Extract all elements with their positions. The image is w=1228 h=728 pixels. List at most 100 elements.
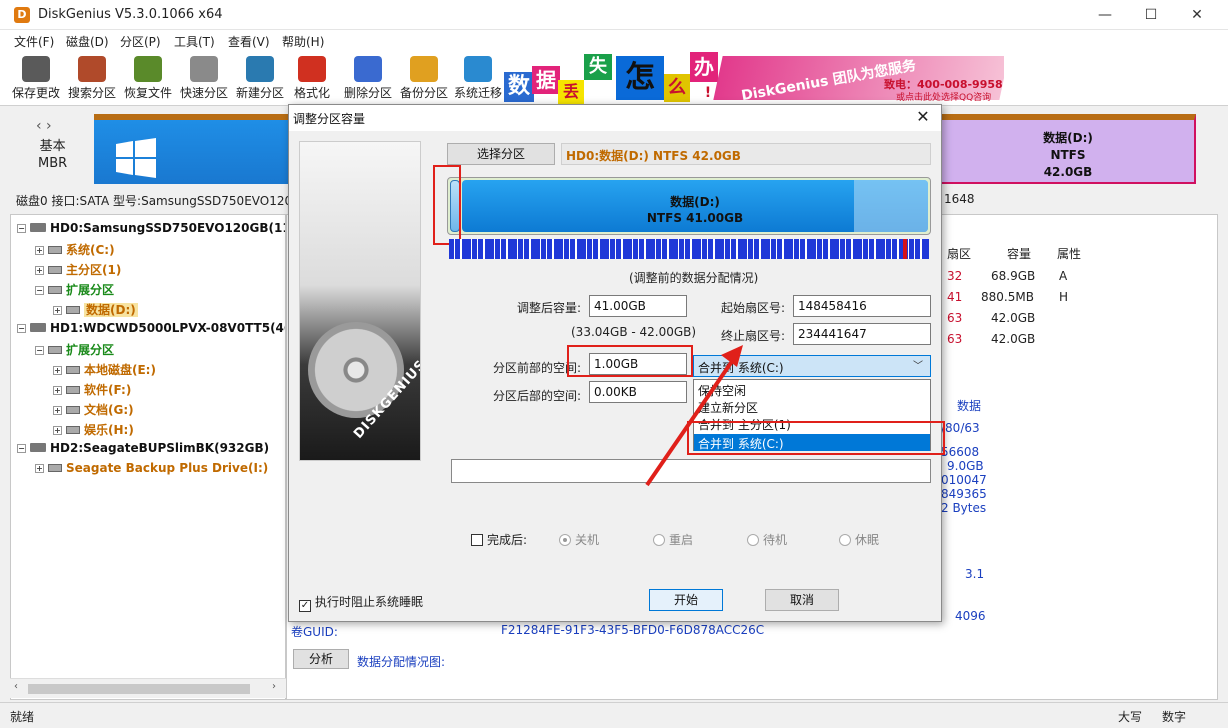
toolbar-button-4[interactable]: 快速分区 <box>176 50 232 106</box>
scroll-right-icon[interactable]: › <box>272 681 276 692</box>
select-partition-button[interactable]: 选择分区 <box>447 143 555 165</box>
analyze-button[interactable]: 分析 <box>293 649 349 669</box>
partition-icon <box>66 406 80 414</box>
chevron-down-icon[interactable]: ﹀ <box>913 357 923 372</box>
menu-help[interactable]: 帮助(H) <box>282 33 324 50</box>
toolbar-button-2[interactable]: 搜索分区 <box>64 50 120 106</box>
menu-tools[interactable]: 工具(T) <box>174 33 215 50</box>
cancel-button[interactable]: 取消 <box>765 589 839 611</box>
toolbar-button-8[interactable]: 备份分区 <box>396 50 452 106</box>
tree-partition-node[interactable]: − 扩展分区 <box>35 341 114 358</box>
radio-dot[interactable] <box>559 534 571 546</box>
collapse-icon[interactable]: − <box>17 224 26 233</box>
radio-dot[interactable] <box>747 534 759 546</box>
minimize-button[interactable]: — <box>1082 0 1128 30</box>
tree-partition-node[interactable]: + 本地磁盘(E:) <box>53 361 156 378</box>
toolbar-button-label: 快速分区 <box>179 86 228 100</box>
start-sector-input[interactable]: 148458416 <box>793 295 931 317</box>
scroll-left-icon[interactable]: ‹ <box>14 681 18 692</box>
disk-map-partition-d[interactable]: 数据(D:) NTFS 42.0GB <box>940 114 1196 184</box>
col-header-sector: 扇区 <box>947 247 972 261</box>
segment-size: NTFS 41.00GB <box>646 211 744 225</box>
dialog-close-button[interactable]: ✕ <box>911 107 935 126</box>
toolbar-button-label: 格式化 <box>293 86 330 100</box>
maximize-button[interactable]: ☐ <box>1128 0 1174 30</box>
recover-icon <box>134 56 162 82</box>
tree-node-label: 文档(G:) <box>84 403 134 417</box>
toolbar-button-3[interactable]: 恢复文件 <box>120 50 176 106</box>
start-button[interactable]: 开始 <box>649 589 723 611</box>
expand-icon[interactable]: + <box>35 246 44 255</box>
tree-node-label: HD1:WDCWD5000LPVX-08V0TT5(46 <box>50 321 286 335</box>
tree-partition-node[interactable]: + 数据(D:) <box>53 301 138 318</box>
tree-partition-node[interactable]: + 系统(C:) <box>35 241 115 258</box>
expand-icon[interactable]: + <box>53 406 62 415</box>
disk-nav-arrows[interactable]: ‹ › <box>36 118 52 134</box>
tree-partition-node[interactable]: + 文档(G:) <box>53 401 134 418</box>
tree-partition-node[interactable]: + 娱乐(H:) <box>53 421 134 438</box>
status-caps: 大写 <box>1118 710 1143 724</box>
end-sector-label: 终止扇区号: <box>720 329 785 343</box>
expand-icon[interactable]: + <box>53 426 62 435</box>
expand-icon[interactable]: + <box>35 266 44 275</box>
tree-partition-node[interactable]: + Seagate Backup Plus Drive(I:) <box>35 461 268 475</box>
radio-dot[interactable] <box>839 534 851 546</box>
tree-node-label: 主分区(1) <box>66 263 122 277</box>
expand-icon[interactable]: + <box>35 464 44 473</box>
expand-icon[interactable]: + <box>53 366 62 375</box>
menu-file[interactable]: 文件(F) <box>14 33 54 50</box>
toolbar-button-5[interactable]: 新建分区 <box>232 50 288 106</box>
toolbar-button-label: 系统迁移 <box>453 86 502 100</box>
radio-standby[interactable]: 待机 <box>747 531 787 548</box>
menu-partition[interactable]: 分区(P) <box>120 33 161 50</box>
dialog-title-bar <box>289 105 941 131</box>
disk-info-right: 1648 <box>944 192 975 206</box>
guid-label: 卷GUID: <box>291 625 338 639</box>
ad-banner[interactable]: 数 据 丢 失 怎 么 办 ! DiskGenius 团队为您服务 致电：400… <box>504 52 1004 104</box>
tree-node-label: 系统(C:) <box>66 243 115 257</box>
prevent-sleep-checkbox[interactable]: ✓ 执行时阻止系统睡眠 <box>299 593 423 612</box>
menu-view[interactable]: 查看(V) <box>228 33 270 50</box>
expand-icon[interactable]: + <box>53 306 62 315</box>
tree-disk-node[interactable]: − HD2:SeagateBUPSlimBK(932GB) <box>17 441 269 455</box>
tree-disk-node[interactable]: − HD1:WDCWD5000LPVX-08V0TT5(46 <box>17 321 286 335</box>
data-partition-segment[interactable]: 数据(D:) NTFS 41.00GB <box>462 180 928 232</box>
end-sector-input[interactable]: 234441647 <box>793 323 931 345</box>
menu-disk[interactable]: 磁盘(D) <box>66 33 109 50</box>
tree-partition-node[interactable]: + 主分区(1) <box>35 261 121 278</box>
radio-shutdown[interactable]: 关机 <box>559 531 599 548</box>
toolbar-button-6[interactable]: 格式化 <box>284 50 340 106</box>
collapse-icon[interactable]: − <box>35 346 44 355</box>
close-button[interactable]: ✕ <box>1174 0 1220 30</box>
banner-char: 丢 <box>558 80 584 104</box>
tree-disk-node[interactable]: − HD0:SamsungSSD750EVO120GB(112 <box>17 221 285 235</box>
collapse-icon[interactable]: − <box>17 444 26 453</box>
tree-horizontal-scrollbar[interactable]: ‹ › <box>10 678 286 698</box>
toolbar-button-9[interactable]: 系统迁移 <box>450 50 506 106</box>
radio-hibernate[interactable]: 休眠 <box>839 531 879 548</box>
tree-node-label: Seagate Backup Plus Drive(I:) <box>66 461 269 475</box>
expand-icon[interactable]: + <box>53 386 62 395</box>
collapse-icon[interactable]: − <box>17 324 26 333</box>
collapse-icon[interactable]: − <box>35 286 44 295</box>
new-size-label: 调整后容量: <box>516 301 581 315</box>
radio-restart[interactable]: 重启 <box>653 531 693 548</box>
tree-partition-node[interactable]: − 扩展分区 <box>35 281 114 298</box>
banner-qq-link[interactable]: 或点击此处选择QQ咨询 <box>896 90 991 103</box>
toolbar-button-7[interactable]: 删除分区 <box>340 50 396 106</box>
new-size-input[interactable]: 41.00GB <box>589 295 687 317</box>
tree-partition-node[interactable]: + 软件(F:) <box>53 381 131 398</box>
space-before-label: 分区前部的空间: <box>492 361 581 375</box>
checkbox-box[interactable] <box>471 534 483 546</box>
scroll-thumb[interactable] <box>28 684 250 694</box>
toolbar-button-1[interactable]: 保存更改 <box>8 50 64 106</box>
tree-node-label: 数据(D:) <box>84 303 138 317</box>
disk-map-d-name: 数据(D:) <box>1043 131 1093 145</box>
partition-resize-visual[interactable]: 数据(D:) NTFS 41.00GB <box>447 177 931 235</box>
checkbox-checked-icon[interactable]: ✓ <box>299 600 311 612</box>
quick-partition-icon <box>190 56 218 82</box>
after-done-checkbox[interactable]: 完成后: <box>471 531 527 548</box>
toolbar-button-label: 保存更改 <box>11 86 60 100</box>
radio-label: 关机 <box>575 533 600 547</box>
radio-dot[interactable] <box>653 534 665 546</box>
